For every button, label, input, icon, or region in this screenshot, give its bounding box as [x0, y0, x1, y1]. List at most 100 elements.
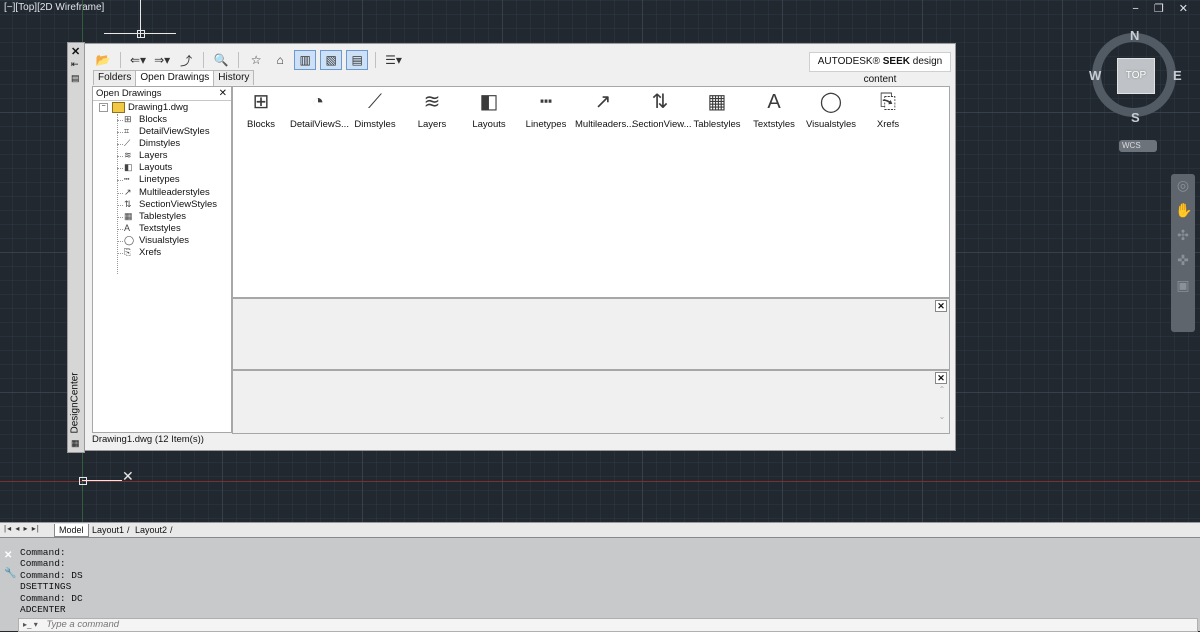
- content-item-label: Tablestyles: [693, 119, 741, 130]
- content-item[interactable]: ↗ Multileaders...: [575, 89, 634, 130]
- wcs-menu[interactable]: WCS: [1119, 140, 1157, 152]
- tab-layout2[interactable]: Layout2: [131, 524, 177, 536]
- layout-tabs-bar: |◂ ◂ ▸ ▸| Model Layout1 Layout2: [0, 522, 1200, 537]
- viewport-window-controls[interactable]: − ❐ ✕: [1132, 2, 1194, 15]
- tree-close-icon[interactable]: ✕: [219, 87, 227, 100]
- preview-toggle-icon[interactable]: ▧: [320, 50, 343, 70]
- viewcube-west[interactable]: W: [1089, 68, 1101, 83]
- pan-icon[interactable]: ✋: [1175, 202, 1192, 224]
- description-close-icon[interactable]: ✕: [935, 372, 947, 384]
- zoom-extents-icon[interactable]: ✣: [1175, 227, 1191, 249]
- recent-commands-icon[interactable]: ▸_ ▾: [23, 619, 38, 631]
- content-item[interactable]: ≋ Layers: [404, 89, 460, 130]
- description-toggle-icon[interactable]: ▤: [346, 50, 369, 70]
- preview-close-icon[interactable]: ✕: [935, 300, 947, 312]
- seek-name: SEEK: [882, 56, 910, 67]
- tree-item[interactable]: ▦ Tablestyles: [93, 211, 231, 223]
- detailviewstyles-icon: ⌗: [124, 126, 130, 137]
- home-icon[interactable]: ⌂: [270, 51, 290, 69]
- sectionviewstyles-icon: ⇅: [124, 198, 132, 209]
- content-item[interactable]: ▦ Tablestyles: [689, 89, 745, 130]
- tree-item[interactable]: ↗ Multileaderstyles: [93, 187, 231, 199]
- content-item-label: Layers: [417, 119, 447, 130]
- tab-open-drawings[interactable]: Open Drawings: [135, 70, 215, 86]
- autohide-icon[interactable]: ⇤: [71, 59, 79, 70]
- tab-history[interactable]: History: [213, 70, 255, 85]
- steering-wheel-icon[interactable]: ◎: [1175, 177, 1191, 199]
- content-item[interactable]: ◯ Visualstyles: [803, 89, 859, 130]
- tab-model[interactable]: Model: [54, 524, 89, 537]
- customize-wrench-icon[interactable]: 🔧: [4, 568, 16, 579]
- tree-item[interactable]: ≋ Layers: [93, 150, 231, 162]
- views-icon[interactable]: ☰▾: [383, 51, 404, 69]
- palette-menu-icon[interactable]: ▦: [71, 438, 80, 449]
- tree-item[interactable]: ⊞ Blocks: [93, 114, 231, 126]
- description-scrollbar[interactable]: ⌃ ⌄: [937, 385, 947, 429]
- command-close-icon[interactable]: ✕: [4, 550, 12, 561]
- tree-item[interactable]: ⟋ Dimstyles: [93, 138, 231, 150]
- collapse-icon[interactable]: −: [99, 103, 108, 112]
- content-item-label: Textstyles: [753, 119, 795, 130]
- layouts-icon: ◧: [479, 91, 499, 113]
- ucs-x-axis: [82, 480, 122, 481]
- tree-header: Open Drawings ✕: [93, 87, 231, 101]
- tree-item[interactable]: ┅ Linetypes: [93, 174, 231, 186]
- tree-item[interactable]: ⎘ Xrefs: [93, 247, 231, 259]
- viewcube-north[interactable]: N: [1130, 28, 1139, 43]
- content-item[interactable]: ⟋ Dimstyles: [347, 89, 403, 130]
- content-item[interactable]: ⎘ Xrefs: [860, 89, 916, 130]
- content-item[interactable]: ◔ DetailViewS...: [290, 89, 349, 130]
- properties-icon[interactable]: ▤: [71, 73, 80, 84]
- orbit-icon[interactable]: ✜: [1175, 252, 1191, 274]
- tablestyles-icon: ▦: [707, 91, 727, 113]
- drawing-viewport[interactable]: [−][Top][2D Wireframe] − ❐ ✕ ✕ N S E W T…: [0, 0, 1200, 522]
- tree-item-label: Textstyles: [139, 222, 181, 234]
- viewcube-top-face[interactable]: TOP: [1117, 58, 1155, 94]
- viewcube-east[interactable]: E: [1173, 68, 1182, 83]
- tree-root-node[interactable]: − Drawing1.dwg: [93, 102, 231, 114]
- tree-view-toggle-icon[interactable]: ▥: [294, 50, 317, 70]
- command-input[interactable]: [46, 619, 947, 630]
- up-icon[interactable]: ⤴: [176, 51, 196, 69]
- content-item[interactable]: ┅ Linetypes: [518, 89, 574, 130]
- content-item[interactable]: ⇅ SectionView...: [632, 89, 692, 130]
- forward-icon[interactable]: ⇒▾: [152, 51, 172, 69]
- tab-folders[interactable]: Folders: [93, 70, 137, 85]
- content-item-label: Blocks: [247, 119, 275, 130]
- tree-item[interactable]: ⇅ SectionViewStyles: [93, 199, 231, 211]
- command-line-grip[interactable]: ✕ 🔧: [2, 540, 16, 628]
- tab-layout1[interactable]: Layout1: [88, 524, 134, 536]
- layers-icon: ≋: [124, 150, 132, 161]
- tree-item[interactable]: ◧ Layouts: [93, 162, 231, 174]
- viewcube-south[interactable]: S: [1131, 110, 1140, 125]
- designcenter-close-icon[interactable]: ✕: [71, 45, 80, 58]
- tree-item-label: Dimstyles: [139, 138, 181, 150]
- textstyles-icon: A: [124, 222, 131, 233]
- minimize-icon[interactable]: −: [1132, 3, 1144, 15]
- navigation-bar[interactable]: ◎ ✋ ✣ ✜ ▣: [1171, 174, 1195, 332]
- linetypes-icon: ┅: [124, 174, 130, 185]
- tree-item[interactable]: ◯ Visualstyles: [93, 235, 231, 247]
- content-item[interactable]: ⊞ Blocks: [233, 89, 289, 130]
- back-icon[interactable]: ⇐▾: [128, 51, 148, 69]
- toolbar-separator: [375, 52, 377, 68]
- content-area[interactable]: ⊞ Blocks ◔ DetailViewS... ⟋ Dimstyles ≋ Laye…: [232, 86, 950, 298]
- viewport-label[interactable]: [−][Top][2D Wireframe]: [4, 2, 104, 13]
- search-icon[interactable]: 🔍: [211, 51, 231, 69]
- designcenter-titlebar[interactable]: ✕ ⇤ ▤ DesignCenter ▦: [67, 42, 85, 453]
- close-icon[interactable]: ✕: [1179, 3, 1194, 15]
- tree-item-label: Layers: [139, 150, 168, 162]
- tree-item[interactable]: ⌗ DetailViewStyles: [93, 126, 231, 138]
- showmotion-icon[interactable]: ▣: [1175, 277, 1191, 299]
- tree-view[interactable]: Open Drawings ✕ − Drawing1.dwg ⊞ Blocks ⌗ D…: [92, 86, 232, 433]
- tab-navigation-icons[interactable]: |◂ ◂ ▸ ▸|: [4, 524, 40, 533]
- favorites-icon[interactable]: ☆: [246, 51, 266, 69]
- autodesk-seek-banner[interactable]: AUTODESK® SEEK design content: [809, 52, 951, 85]
- tree-item[interactable]: A Textstyles: [93, 223, 231, 235]
- restore-icon[interactable]: ❐: [1154, 3, 1170, 15]
- load-icon[interactable]: 📂: [93, 51, 113, 69]
- visualstyles-icon: ◯: [819, 91, 843, 113]
- content-item[interactable]: ◧ Layouts: [461, 89, 517, 130]
- status-text: Drawing1.dwg (12 Item(s)): [92, 434, 204, 445]
- content-item[interactable]: A Textstyles: [746, 89, 802, 130]
